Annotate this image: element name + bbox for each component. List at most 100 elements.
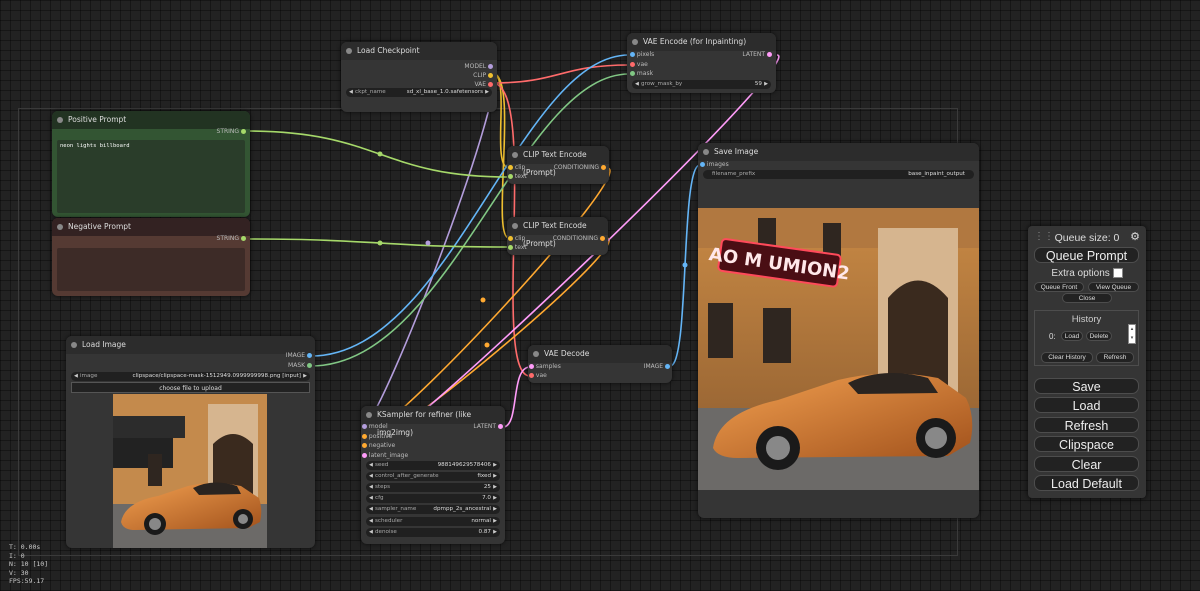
scheduler-combo[interactable]: ◀ scheduler normal ▶ <box>366 517 500 526</box>
history-index: 0: <box>1049 332 1056 341</box>
gear-icon[interactable]: ⚙ <box>1130 230 1140 243</box>
collapse-dot-icon[interactable] <box>703 149 709 155</box>
collapse-dot-icon[interactable] <box>57 224 63 230</box>
input-clip[interactable]: clip <box>508 235 525 243</box>
collapse-dot-icon[interactable] <box>71 342 77 348</box>
load-default-button[interactable]: Load Default <box>1034 475 1139 491</box>
ckpt-name-combo[interactable]: ◀ ckpt_name sd_xl_base_1.0.safetensors ▶ <box>346 88 492 97</box>
seed-number[interactable]: ◀ seed 988149629578406 ▶ <box>366 461 500 470</box>
collapse-dot-icon[interactable] <box>346 48 352 54</box>
queue-prompt-button[interactable]: Queue Prompt <box>1034 247 1139 263</box>
collapse-dot-icon[interactable] <box>366 412 372 418</box>
control-after-generate-combo[interactable]: ◀ control_after_generate fixed ▶ <box>366 472 500 481</box>
input-text[interactable]: text <box>508 173 527 181</box>
output-string[interactable]: STRING <box>217 128 246 136</box>
node-clip-text-encode-2[interactable]: CLIP Text Encode (Prompt) clip text COND… <box>507 217 608 255</box>
upload-button[interactable]: choose file to upload <box>71 382 310 393</box>
extra-options-checkbox[interactable] <box>1112 268 1123 279</box>
node-save-image[interactable]: Save Image images filename_prefix base_i… <box>698 143 979 518</box>
stat-fps: FPS:59.17 <box>9 577 45 585</box>
clear-history-button[interactable]: Clear History <box>1041 352 1093 363</box>
output-conditioning[interactable]: CONDITIONING <box>554 164 606 172</box>
input-mask[interactable]: mask <box>630 70 653 78</box>
node-title: Positive Prompt <box>52 111 250 129</box>
history-load-button[interactable]: Load <box>1061 331 1083 341</box>
node-title: Negative Prompt <box>52 218 250 236</box>
input-text[interactable]: text <box>508 244 527 252</box>
collapse-dot-icon[interactable] <box>533 351 539 357</box>
arrow-right-icon[interactable]: ▶ <box>485 88 489 97</box>
view-queue-button[interactable]: View Queue <box>1088 282 1139 292</box>
input-images[interactable]: images <box>700 161 729 169</box>
clipspace-button[interactable]: Clipspace <box>1034 436 1139 452</box>
node-title: KSampler for refiner (like img2img) <box>361 406 505 437</box>
load-button[interactable]: Load <box>1034 397 1139 413</box>
arrow-right-icon[interactable]: ▶ <box>764 80 768 89</box>
output-clip[interactable]: CLIP <box>473 72 493 80</box>
arrow-left-icon[interactable]: ◀ <box>74 372 78 381</box>
node-title: Load Checkpoint <box>341 42 497 60</box>
node-vae-encode-inpaint[interactable]: VAE Encode (for Inpainting) pixels vae m… <box>627 33 776 93</box>
history-panel: History 0: Load Delete ▴ ▾ Clear History … <box>1034 310 1139 366</box>
refresh-button[interactable]: Refresh <box>1034 417 1139 433</box>
input-pixels[interactable]: pixels <box>630 51 654 59</box>
output-latent[interactable]: LATENT <box>473 423 503 431</box>
input-vae[interactable]: vae <box>630 61 648 69</box>
node-vae-decode[interactable]: VAE Decode samples vae IMAGE <box>528 345 672 383</box>
output-model[interactable]: MODEL <box>464 63 493 71</box>
input-image-preview[interactable] <box>113 394 267 548</box>
comfy-menu[interactable]: ⋮⋮ Queue size: 0 ⚙ Queue Prompt Extra op… <box>1028 226 1146 498</box>
history-title: History <box>1071 314 1102 325</box>
arrow-right-icon[interactable]: ▶ <box>303 372 307 381</box>
close-button[interactable]: Close <box>1062 293 1112 303</box>
node-negative-prompt[interactable]: Negative Prompt STRING <box>52 218 250 296</box>
output-image[interactable]: IMAGE <box>644 363 670 371</box>
input-clip[interactable]: clip <box>508 164 525 172</box>
collapse-dot-icon[interactable] <box>57 117 63 123</box>
collapse-dot-icon[interactable] <box>512 152 518 158</box>
collapse-dot-icon[interactable] <box>632 39 638 45</box>
image-file-combo[interactable]: ◀ image clipspace/clipspace-mask-1512949… <box>71 372 310 381</box>
node-positive-prompt[interactable]: Positive Prompt STRING neon lights billb… <box>52 111 250 217</box>
queue-front-button[interactable]: Queue Front <box>1034 282 1084 292</box>
history-delete-button[interactable]: Delete <box>1086 331 1112 341</box>
filename-prefix-field[interactable]: filename_prefix base_inpaint_output <box>703 170 974 179</box>
denoise-number[interactable]: ◀ denoise 0.87 ▶ <box>366 528 500 537</box>
collapse-dot-icon[interactable] <box>512 223 518 229</box>
node-ksampler[interactable]: KSampler for refiner (like img2img) mode… <box>361 406 505 544</box>
node-title: CLIP Text Encode (Prompt) <box>507 217 608 248</box>
output-latent[interactable]: LATENT <box>742 51 772 59</box>
node-load-image[interactable]: Load Image IMAGE MASK ◀ image clipspace/… <box>66 336 315 548</box>
cfg-number[interactable]: ◀ cfg 7.0 ▶ <box>366 494 500 503</box>
sampler-name-combo[interactable]: ◀ sampler_name dpmpp_2s_ancestral ▶ <box>366 505 500 514</box>
input-negative[interactable]: negative <box>362 442 395 450</box>
save-button[interactable]: Save <box>1034 378 1139 394</box>
graph-canvas[interactable]: Load Checkpoint MODEL CLIP VAE ◀ ckpt_na… <box>0 0 1200 591</box>
steps-number[interactable]: ◀ steps 25 ▶ <box>366 483 500 492</box>
output-string[interactable]: STRING <box>217 235 246 243</box>
output-image-preview[interactable]: AO M UMION2 <box>698 208 979 490</box>
arrow-left-icon[interactable]: ◀ <box>349 88 353 97</box>
input-positive[interactable]: positive <box>362 433 392 441</box>
node-clip-text-encode-1[interactable]: CLIP Text Encode (Prompt) clip text COND… <box>507 146 609 184</box>
input-samples[interactable]: samples <box>529 363 561 371</box>
queue-size-label: Queue size: 0 <box>1054 232 1120 244</box>
node-title: VAE Decode <box>528 345 672 363</box>
stat-nodes: N: 10 [10] <box>9 560 49 568</box>
history-scrollbar[interactable]: ▴ ▾ <box>1128 324 1136 344</box>
input-model[interactable]: model <box>362 423 388 431</box>
output-image[interactable]: IMAGE <box>286 352 312 360</box>
node-load-checkpoint[interactable]: Load Checkpoint MODEL CLIP VAE ◀ ckpt_na… <box>341 42 497 112</box>
positive-prompt-textarea[interactable]: neon lights billboard <box>57 140 245 213</box>
input-vae[interactable]: vae <box>529 372 547 380</box>
grow-mask-by-number[interactable]: ◀ grow_mask_by 59 ▶ <box>632 80 771 89</box>
clear-button[interactable]: Clear <box>1034 456 1139 472</box>
negative-prompt-textarea[interactable] <box>57 248 245 291</box>
input-latent-image[interactable]: latent_image <box>362 452 408 460</box>
arrow-left-icon[interactable]: ◀ <box>635 80 639 89</box>
output-mask[interactable]: MASK <box>288 362 312 370</box>
car-photo-image: AO M UMION2 <box>698 208 979 490</box>
history-refresh-button[interactable]: Refresh <box>1096 352 1134 363</box>
output-conditioning[interactable]: CONDITIONING <box>553 235 605 243</box>
node-title: CLIP Text Encode (Prompt) <box>507 146 609 177</box>
